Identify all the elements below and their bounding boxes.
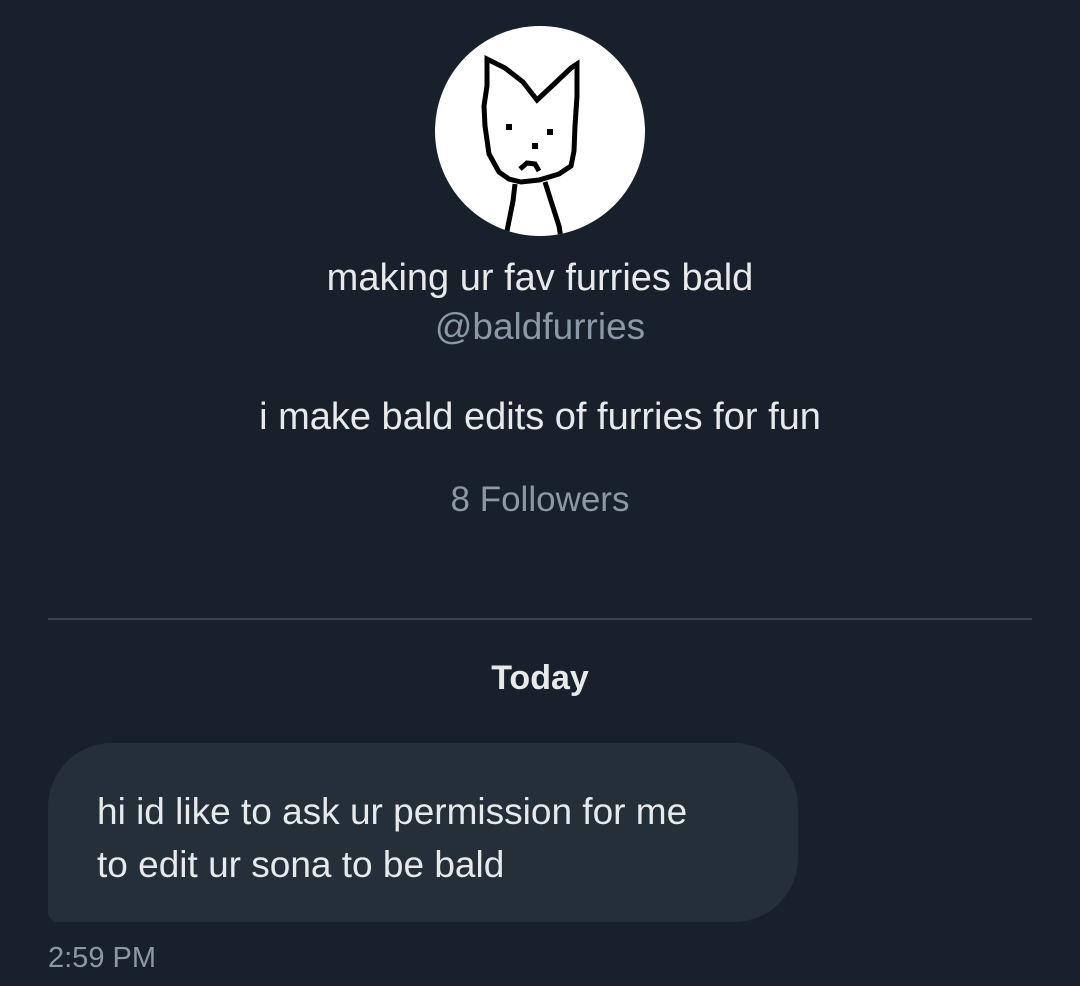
profile-display-name[interactable]: making ur fav furries bald [0,254,1080,302]
profile-handle: @baldfurries [434,306,646,347]
message-timestamp: 2:59 PM [48,942,156,974]
message-bubble[interactable]: hi id like to ask ur permission for me t… [48,743,798,922]
followers-count[interactable]: 8 Followers [0,478,1080,522]
profile-bio: i make bald edits of furries for fun [259,396,821,438]
message-text: hi id like to ask ur permission for me t… [97,791,688,885]
profile-avatar[interactable] [435,26,645,236]
section-divider [48,618,1032,620]
cat-doodle-avatar-icon [481,54,580,236]
date-header: Today [491,659,589,697]
